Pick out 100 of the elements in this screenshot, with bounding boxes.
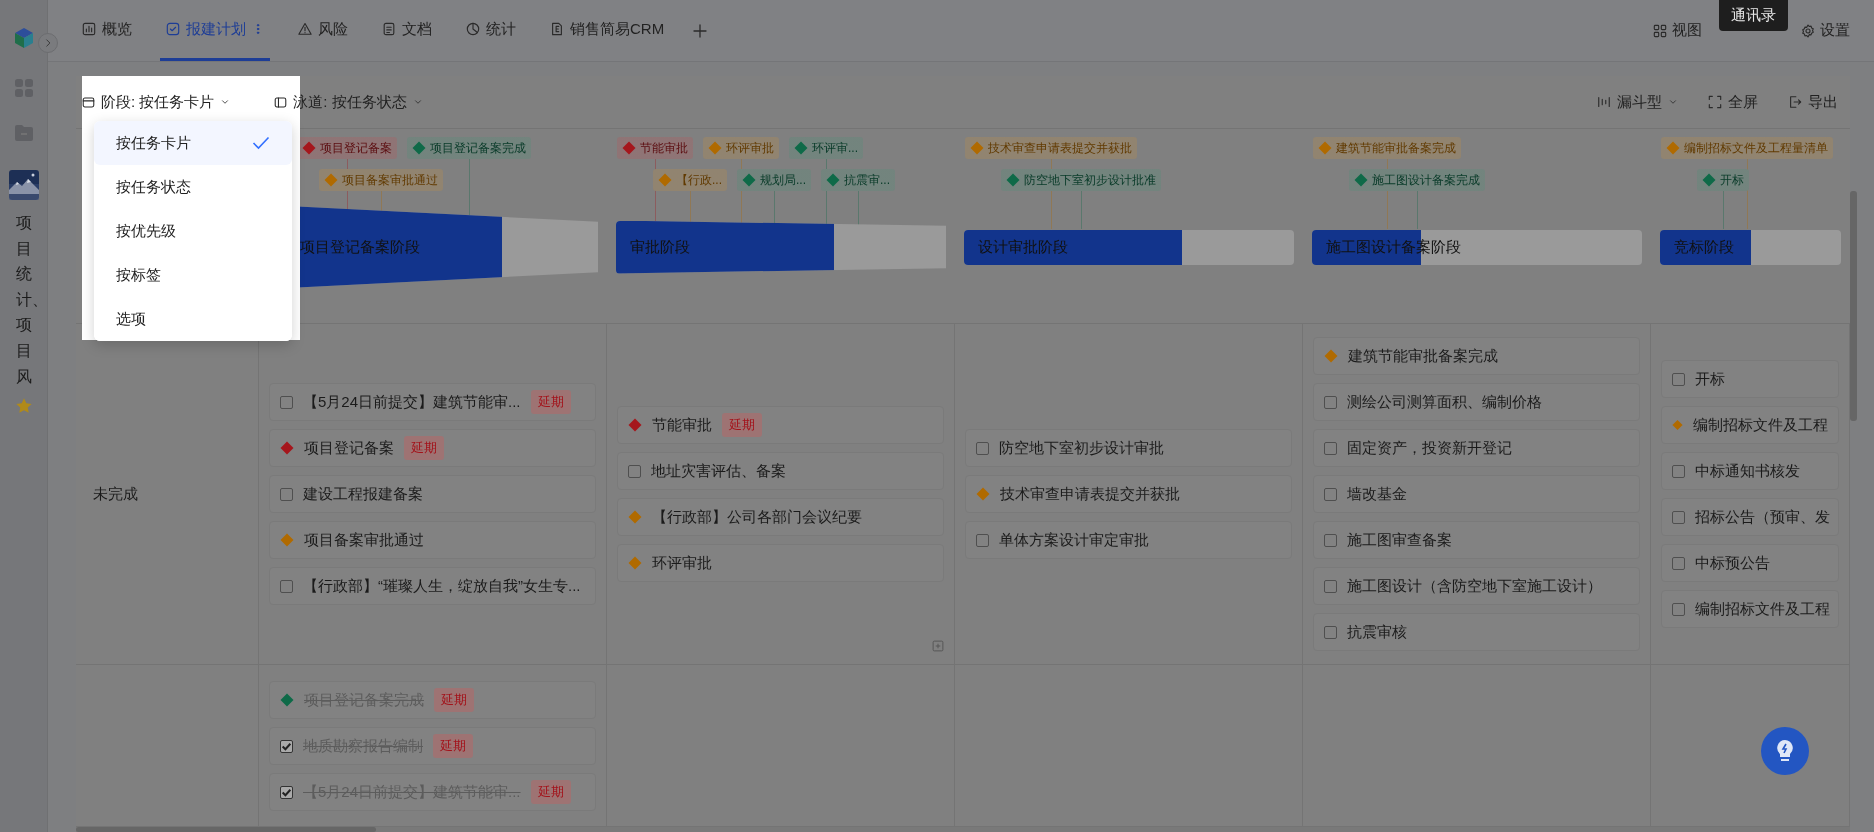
panel-icon <box>274 95 288 109</box>
task-card[interactable]: 建筑节能审批备案完成 <box>1313 337 1640 375</box>
checkbox[interactable] <box>1324 487 1337 501</box>
task-card[interactable]: 建设工程报建备案 <box>269 475 596 513</box>
task-title: 【5月24日前提交】建筑节能审... <box>303 392 521 412</box>
stage-name: 竞标阶段 <box>1673 237 1734 257</box>
milestone-tag[interactable]: 项目备案审批通过 <box>319 169 443 191</box>
task-title: 开标 <box>1695 369 1725 389</box>
task-card[interactable]: 中标预公告 <box>1661 544 1839 582</box>
expand-button[interactable] <box>38 33 58 53</box>
checkbox-icon <box>166 22 180 36</box>
plus-icon <box>692 22 709 39</box>
checkbox[interactable] <box>280 579 293 593</box>
tab[interactable]: 销售简易CRM <box>544 0 671 61</box>
milestone-tag[interactable]: 建筑节能审批备案完成 <box>1313 137 1461 159</box>
task-card[interactable]: 开标 <box>1661 360 1839 398</box>
task-card[interactable]: 招标公告（预审、发 <box>1661 498 1839 536</box>
menu-item[interactable]: 按标签 <box>94 253 292 297</box>
menu-item[interactable]: 按任务状态 <box>94 165 292 209</box>
checkbox[interactable] <box>1324 579 1337 593</box>
toolbar-button[interactable]: 全屏 <box>1708 88 1758 116</box>
milestone-tag[interactable]: 防空地下室初步设计批准 <box>1001 169 1161 191</box>
task-card[interactable]: 项目登记备案 延期 <box>269 429 596 467</box>
task-card[interactable]: 抗震审核 <box>1313 613 1640 651</box>
checkbox[interactable] <box>1672 510 1685 524</box>
task-card[interactable]: 固定资产，投资新开登记 <box>1313 429 1640 467</box>
checkbox[interactable] <box>1324 533 1337 547</box>
milestone-tag[interactable]: 节能审批 <box>617 137 693 159</box>
milestone-tag[interactable]: 编制招标文件及工程量清单 <box>1661 137 1833 159</box>
scrollbar[interactable] <box>1850 191 1857 421</box>
checkbox[interactable] <box>628 464 641 478</box>
task-title: 防空地下室初步设计审批 <box>999 438 1164 458</box>
checkbox[interactable] <box>1672 602 1685 616</box>
menu-item[interactable]: 按任务卡片 <box>94 121 292 165</box>
star-icon[interactable] <box>14 397 33 416</box>
checkbox[interactable] <box>280 395 293 409</box>
milestone-tag[interactable]: 环评审批 <box>703 137 779 159</box>
checkbox[interactable] <box>280 487 293 501</box>
add-tab-button[interactable] <box>692 22 709 39</box>
checkbox[interactable] <box>1324 441 1337 455</box>
milestone-tag[interactable]: 项目登记备案 <box>297 137 397 159</box>
stage-dropdown[interactable]: 阶段: 按任务卡片 <box>82 88 231 116</box>
task-card[interactable]: 防空地下室初步设计审批 <box>965 429 1292 467</box>
tab[interactable]: 报建计划 <box>160 0 270 61</box>
task-card[interactable]: 节能审批 延期 <box>617 406 944 444</box>
checkbox[interactable] <box>976 533 989 547</box>
card-icon <box>82 95 95 109</box>
checkbox[interactable] <box>1672 464 1685 478</box>
task-title: 单体方案设计审定审批 <box>999 530 1149 550</box>
task-card[interactable]: 【行政部】“璀璨人生，绽放自我”女生专... <box>269 567 596 605</box>
task-card[interactable]: 单体方案设计审定审批 <box>965 521 1292 559</box>
milestone-tag[interactable]: 施工图设计备案完成 <box>1349 169 1485 191</box>
document-icon <box>550 22 564 36</box>
grid-icon <box>1653 23 1667 38</box>
task-card[interactable]: 【5月24日前提交】建筑节能审... 延期 <box>269 383 596 421</box>
task-card[interactable]: 测绘公司测算面积、编制价格 <box>1313 383 1640 421</box>
scrollbar[interactable] <box>76 827 376 832</box>
checkbox[interactable] <box>976 441 989 455</box>
tab[interactable]: 概览 <box>76 0 138 61</box>
tab[interactable]: 统计 <box>460 0 522 61</box>
checkbox[interactable] <box>1324 395 1337 409</box>
tab[interactable]: 文档 <box>376 0 438 61</box>
task-card[interactable]: 墙改基金 <box>1313 475 1640 513</box>
milestone-tag[interactable]: 环评审... <box>789 137 863 159</box>
milestone-tag[interactable]: 规划局... <box>737 169 812 191</box>
task-card[interactable]: 施工图设计（含防空地下室施工设计） <box>1313 567 1640 605</box>
task-card[interactable]: 地址灾害评估、备案 <box>617 452 944 490</box>
checkbox[interactable] <box>1672 372 1685 386</box>
checkbox[interactable] <box>280 785 293 799</box>
task-card[interactable]: 项目备案审批通过 <box>269 521 596 559</box>
task-card[interactable]: 编制招标文件及工程 <box>1661 406 1839 444</box>
checkbox[interactable] <box>280 739 293 753</box>
milestone-tag[interactable]: 项目登记备案完成 <box>407 137 531 159</box>
caret-icon <box>412 97 423 107</box>
toolbar-button[interactable]: 导出 <box>1788 88 1838 116</box>
task-title: 施工图审查备案 <box>1347 530 1452 550</box>
tab[interactable]: 风险 <box>292 0 354 61</box>
task-title: 中标预公告 <box>1695 553 1770 573</box>
pie-chart-icon <box>466 22 480 36</box>
task-card[interactable]: 中标通知书核发 <box>1661 452 1839 490</box>
toolbar-button[interactable]: 漏斗型 <box>1597 88 1678 116</box>
task-card[interactable]: 【行政部】公司各部门会议纪要 <box>617 498 944 536</box>
chart-icon <box>82 22 96 36</box>
checkbox[interactable] <box>1672 556 1685 570</box>
header-button[interactable]: 视图 <box>1653 21 1702 40</box>
checkbox[interactable] <box>1324 625 1337 639</box>
add-icon[interactable] <box>932 640 944 652</box>
menu-item[interactable]: 选项 <box>94 297 292 341</box>
milestone-tag[interactable]: 技术审查申请表提交并获批 <box>965 137 1137 159</box>
milestone-tag[interactable]: 【行政... <box>653 169 727 191</box>
milestone-tag[interactable]: 开标 <box>1697 169 1749 191</box>
header-button[interactable]: 设置 <box>1801 21 1850 40</box>
task-card[interactable]: 环评审批 <box>617 544 944 582</box>
chevron-right-icon <box>43 38 53 48</box>
menu-item[interactable]: 按优先级 <box>94 209 292 253</box>
task-card[interactable]: 编制招标文件及工程 <box>1661 590 1839 628</box>
task-card[interactable]: 技术审查申请表提交并获批 <box>965 475 1292 513</box>
fullscreen-icon <box>1708 95 1722 109</box>
task-card[interactable]: 施工图审查备案 <box>1313 521 1640 559</box>
milestone-tag[interactable]: 抗震审... <box>821 169 896 191</box>
